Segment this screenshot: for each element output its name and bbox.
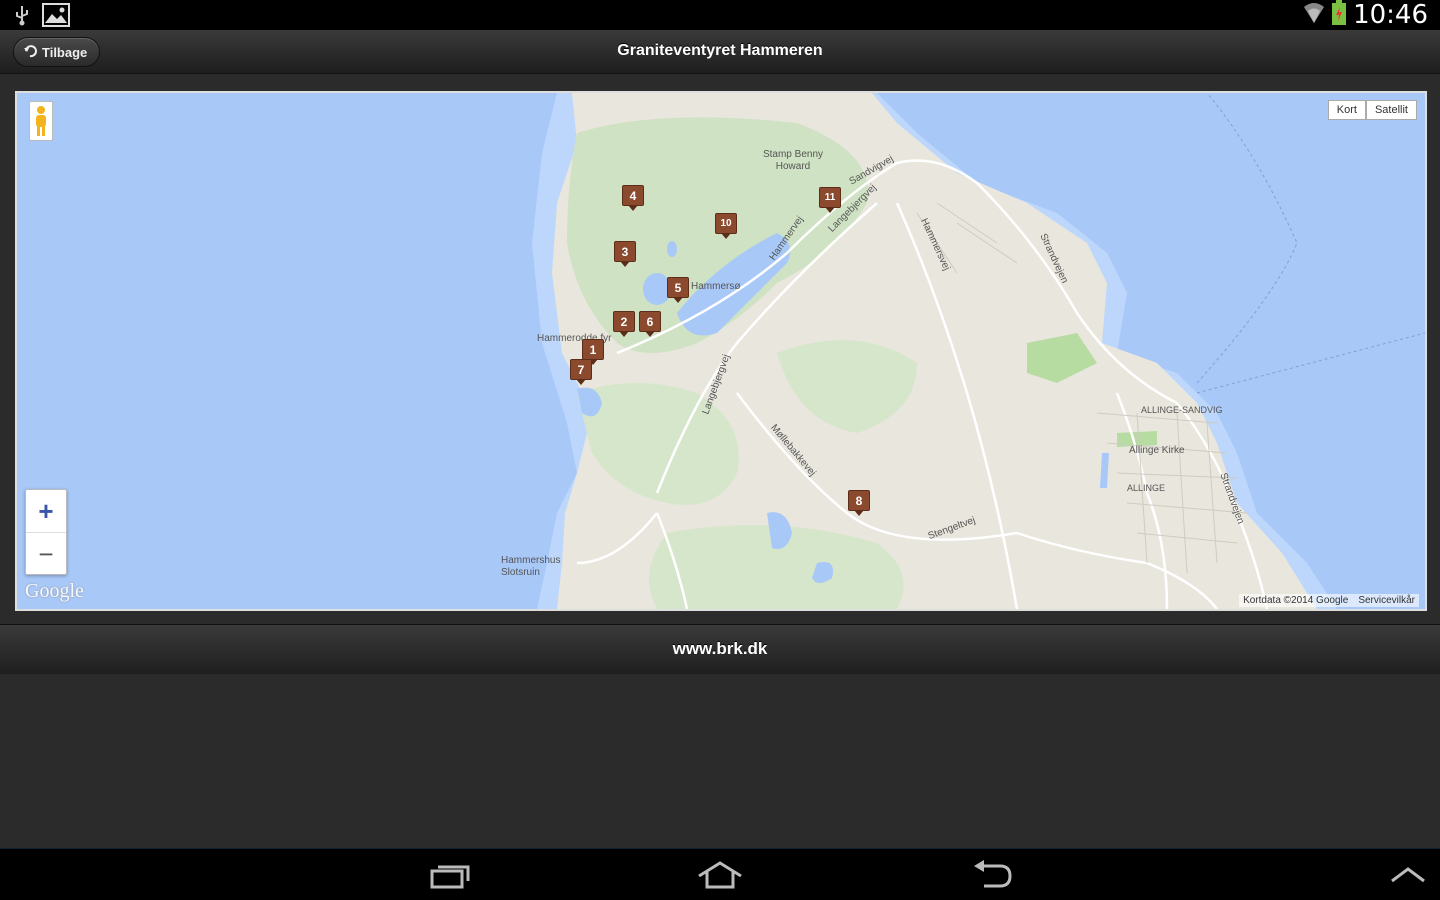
- map-label: Hammershus Slotsruin: [501, 555, 561, 578]
- map-marker[interactable]: 5: [667, 277, 689, 303]
- zoom-control: + −: [25, 489, 67, 575]
- chevron-up-icon: [1391, 867, 1425, 883]
- footer-bar: www.brk.dk: [0, 624, 1440, 674]
- map-type-map-button[interactable]: Kort: [1327, 100, 1366, 120]
- battery-icon: [1331, 0, 1347, 31]
- content-area: Stamp Benny Howard Hammerodde fyr Hammer…: [0, 74, 1440, 624]
- map-label: ALLINGE-SANDVIG: [1141, 405, 1223, 415]
- map-attribution: Kortdata ©2014 Google Servicevilkår: [1239, 594, 1419, 607]
- map-label: Stamp Benny Howard: [762, 149, 824, 172]
- map-marker[interactable]: 3: [614, 241, 636, 267]
- zoom-in-button[interactable]: +: [26, 490, 66, 533]
- back-nav-button[interactable]: [962, 857, 1022, 893]
- map-marker[interactable]: 8: [848, 490, 870, 516]
- recent-apps-button[interactable]: [420, 857, 480, 893]
- clock: 10:46: [1353, 0, 1428, 30]
- website-link[interactable]: www.brk.dk: [0, 639, 1440, 659]
- terms-link[interactable]: Servicevilkår: [1358, 595, 1415, 606]
- map-label: Hammersø: [691, 281, 741, 292]
- back-nav-icon: [974, 860, 1012, 888]
- map-marker[interactable]: 7: [570, 359, 592, 385]
- recent-apps-icon: [430, 865, 470, 889]
- expand-up-button[interactable]: [1378, 857, 1438, 893]
- map-data-credit: Kortdata ©2014 Google: [1243, 595, 1349, 606]
- zoom-out-button[interactable]: −: [26, 533, 66, 576]
- map-marker[interactable]: 6: [639, 311, 661, 337]
- map-marker[interactable]: 11: [819, 187, 841, 213]
- page-title: Graniteventyret Hammeren: [617, 42, 823, 59]
- map-label: Allinge Kirke: [1129, 445, 1185, 456]
- map-marker[interactable]: 10: [715, 213, 737, 239]
- map-type-satellite-button[interactable]: Satellit: [1365, 100, 1417, 120]
- map-canvas: [17, 93, 1425, 609]
- map-label: ALLINGE: [1127, 483, 1166, 493]
- image-notification-icon: [42, 3, 70, 32]
- wifi-icon: [1303, 1, 1325, 30]
- system-nav-bar: [0, 848, 1440, 900]
- usb-icon: [12, 4, 32, 31]
- pegman-icon: [36, 106, 46, 136]
- status-bar: 10:46: [0, 0, 1440, 30]
- google-logo: Google: [25, 580, 84, 602]
- app-header: Tilbage Graniteventyret Hammeren: [0, 30, 1440, 74]
- home-icon: [698, 861, 742, 889]
- map-view[interactable]: Stamp Benny Howard Hammerodde fyr Hammer…: [15, 91, 1427, 611]
- map-marker[interactable]: 4: [622, 185, 644, 211]
- home-button[interactable]: [690, 857, 750, 893]
- street-view-pegman[interactable]: [29, 101, 53, 141]
- empty-area: [0, 674, 1440, 848]
- map-marker[interactable]: 2: [613, 311, 635, 337]
- map-type-control: Kort Satellit: [1327, 100, 1417, 120]
